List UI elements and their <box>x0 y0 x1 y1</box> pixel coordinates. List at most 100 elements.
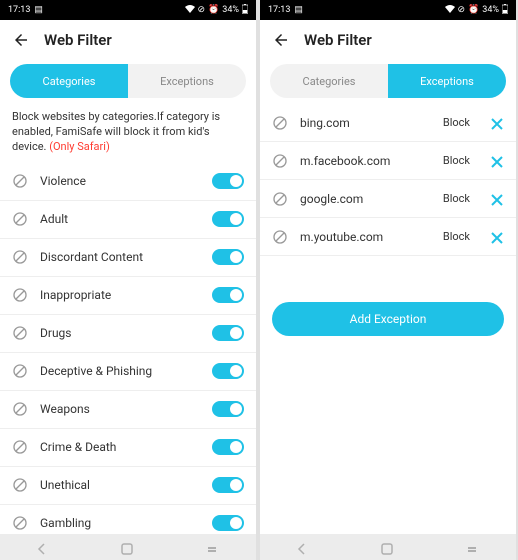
category-toggle[interactable] <box>212 211 244 227</box>
tab-exceptions[interactable]: Exceptions <box>128 64 246 98</box>
category-label: Unethical <box>40 478 200 492</box>
delete-exception-icon[interactable] <box>490 192 504 206</box>
status-time: 17:13 <box>8 5 30 15</box>
android-nav-bar <box>0 534 256 560</box>
safari-note: (Only Safari) <box>49 140 110 153</box>
category-label: Gambling <box>40 516 200 530</box>
wifi-icon <box>185 5 195 16</box>
nav-recent-icon[interactable] <box>466 540 480 554</box>
category-label: Weapons <box>40 402 200 416</box>
nav-home-icon[interactable] <box>381 540 395 554</box>
alarm-icon: ⏰ <box>208 5 219 15</box>
status-bar: 17:13 ▤ ⊘ ⏰ 34% <box>0 0 256 20</box>
phone-screen-categories: 17:13 ▤ ⊘ ⏰ 34% Web Filter Categories Ex… <box>0 0 256 560</box>
phone-screen-exceptions: 17:13 ▤ ⊘ ⏰ 34% Web Filter Categories Ex… <box>260 0 516 560</box>
category-label: Drugs <box>40 326 200 340</box>
exception-action[interactable]: Block <box>443 116 470 129</box>
category-row: Weapons <box>0 391 256 429</box>
categories-list: Violence Adult Discordant Content Inappropr… <box>0 163 256 534</box>
block-icon <box>12 363 28 379</box>
category-toggle[interactable] <box>212 325 244 341</box>
block-icon <box>12 401 28 417</box>
category-toggle[interactable] <box>212 401 244 417</box>
category-row: Gambling <box>0 505 256 534</box>
exception-action[interactable]: Block <box>443 154 470 167</box>
block-icon <box>272 153 288 169</box>
category-row: Violence <box>0 163 256 201</box>
delete-exception-icon[interactable] <box>490 230 504 244</box>
category-toggle[interactable] <box>212 515 244 531</box>
category-row: Discordant Content <box>0 239 256 277</box>
category-toggle[interactable] <box>212 439 244 455</box>
nav-recent-icon[interactable] <box>206 540 220 554</box>
exceptions-list: bing.com Block m.facebook.com Block google.c… <box>260 104 516 288</box>
category-row: Adult <box>0 201 256 239</box>
delete-exception-icon[interactable] <box>490 154 504 168</box>
category-row: Unethical <box>0 467 256 505</box>
do-not-disturb-icon: ⊘ <box>458 5 466 15</box>
category-toggle[interactable] <box>212 287 244 303</box>
category-label: Adult <box>40 212 200 226</box>
block-icon <box>12 439 28 455</box>
exception-domain: m.youtube.com <box>300 230 431 244</box>
battery-pct: 34% <box>482 5 499 15</box>
tab-exceptions[interactable]: Exceptions <box>388 64 506 98</box>
category-toggle[interactable] <box>212 173 244 189</box>
block-icon <box>12 515 28 531</box>
category-row: Drugs <box>0 315 256 353</box>
block-icon <box>272 115 288 131</box>
category-label: Discordant Content <box>40 250 200 264</box>
page-title: Web Filter <box>304 31 372 49</box>
battery-pct: 34% <box>222 5 239 15</box>
tab-categories[interactable]: Categories <box>270 64 388 98</box>
nav-back-icon[interactable] <box>296 540 310 554</box>
category-toggle[interactable] <box>212 249 244 265</box>
android-nav-bar <box>260 534 516 560</box>
exception-domain: bing.com <box>300 116 431 130</box>
battery-icon <box>502 4 508 17</box>
header: Web Filter <box>260 20 516 60</box>
battery-icon <box>242 4 248 17</box>
exception-row: m.youtube.com Block <box>260 218 516 256</box>
category-label: Inappropriate <box>40 288 200 302</box>
back-arrow-icon[interactable] <box>12 31 30 49</box>
category-row: Crime & Death <box>0 429 256 467</box>
categories-description: Block websites by categories.If category… <box>0 104 256 163</box>
wifi-icon <box>445 5 455 16</box>
nav-back-icon[interactable] <box>36 540 50 554</box>
status-bar: 17:13 ▤ ⊘ ⏰ 34% <box>260 0 516 20</box>
block-icon <box>12 211 28 227</box>
alarm-icon: ⏰ <box>468 5 479 15</box>
header: Web Filter <box>0 20 256 60</box>
back-arrow-icon[interactable] <box>272 31 290 49</box>
notification-icon: ▤ <box>34 5 43 15</box>
block-icon <box>12 287 28 303</box>
block-icon <box>12 173 28 189</box>
block-icon <box>272 229 288 245</box>
category-toggle[interactable] <box>212 363 244 379</box>
block-icon <box>12 325 28 341</box>
category-row: Inappropriate <box>0 277 256 315</box>
do-not-disturb-icon: ⊘ <box>198 5 206 15</box>
page-title: Web Filter <box>44 31 112 49</box>
block-icon <box>12 249 28 265</box>
block-icon <box>12 477 28 493</box>
nav-home-icon[interactable] <box>121 540 135 554</box>
exception-domain: m.facebook.com <box>300 154 431 168</box>
category-label: Deceptive & Phishing <box>40 364 200 378</box>
category-label: Violence <box>40 174 200 188</box>
add-exception-button[interactable]: Add Exception <box>272 302 504 336</box>
exception-action[interactable]: Block <box>443 192 470 205</box>
category-toggle[interactable] <box>212 477 244 493</box>
exception-domain: google.com <box>300 192 431 206</box>
exception-action[interactable]: Block <box>443 230 470 243</box>
category-row: Deceptive & Phishing <box>0 353 256 391</box>
block-icon <box>272 191 288 207</box>
tabs: Categories Exceptions <box>270 64 506 98</box>
exception-row: m.facebook.com Block <box>260 142 516 180</box>
category-label: Crime & Death <box>40 440 200 454</box>
exception-row: bing.com Block <box>260 104 516 142</box>
tab-categories[interactable]: Categories <box>10 64 128 98</box>
delete-exception-icon[interactable] <box>490 116 504 130</box>
notification-icon: ▤ <box>294 5 303 15</box>
